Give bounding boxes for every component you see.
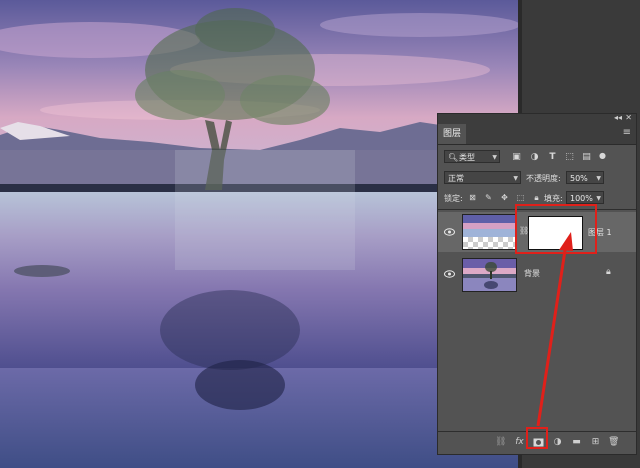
- annotation-arrow: [536, 232, 573, 427]
